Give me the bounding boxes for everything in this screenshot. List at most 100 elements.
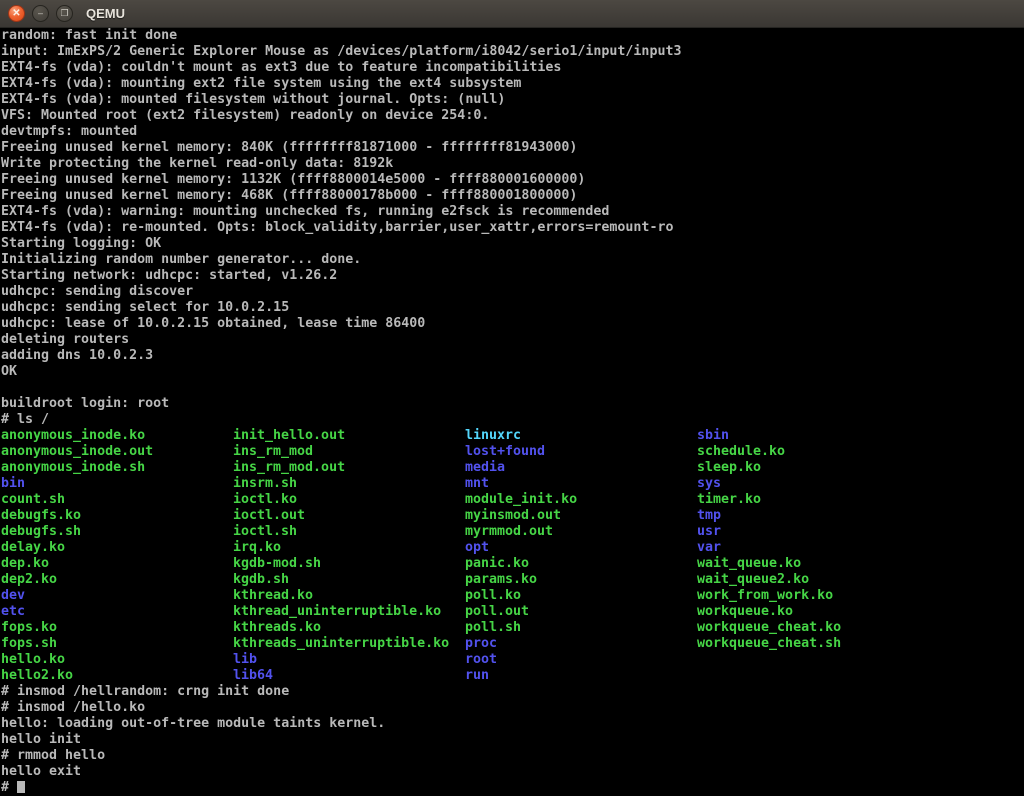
maximize-icon: ❐ [60,9,68,18]
file-entry: insrm.sh [233,476,465,492]
minimize-button[interactable]: – [32,5,49,22]
terminal-line: # insmod /hellrandom: crng init done [1,684,1024,700]
terminal-line: buildroot login: root [1,396,1024,412]
terminal-screen[interactable]: random: fast init doneinput: ImExPS/2 Ge… [0,28,1024,796]
close-icon: ✕ [12,9,20,19]
file-entry: timer.ko [697,492,929,508]
file-entry: kgdb.sh [233,572,465,588]
file-entry: lib [233,652,465,668]
terminal-line: anonymous_inode.shins_rm_mod.outmediasle… [1,460,1024,476]
terminal-line: count.shioctl.komodule_init.kotimer.ko [1,492,1024,508]
file-entry: ins_rm_mod [233,444,465,460]
terminal-line: devkthread.kopoll.kowork_from_work.ko [1,588,1024,604]
file-entry: hello2.ko [1,668,233,684]
window-title: QEMU [86,6,125,21]
terminal-line: random: fast init done [1,28,1024,44]
file-entry: kthreads.ko [233,620,465,636]
file-entry: ioctl.out [233,508,465,524]
file-entry: dep2.ko [1,572,233,588]
file-entry: params.ko [465,572,697,588]
terminal-line: Initializing random number generator... … [1,252,1024,268]
file-entry: wait_queue2.ko [697,572,929,588]
file-entry: dev [1,588,233,604]
file-entry: poll.sh [465,620,697,636]
file-entry: mnt [465,476,697,492]
terminal-line: hello.kolibroot [1,652,1024,668]
file-entry: delay.ko [1,540,233,556]
file-entry: wait_queue.ko [697,556,929,572]
terminal-line: hello: loading out-of-tree module taints… [1,716,1024,732]
file-entry: kthread_uninterruptible.ko [233,604,465,620]
terminal-line: OK [1,364,1024,380]
file-entry: opt [465,540,697,556]
terminal-line: deleting routers [1,332,1024,348]
terminal-line: etckthread_uninterruptible.kopoll.outwor… [1,604,1024,620]
close-button[interactable]: ✕ [8,5,25,22]
window-titlebar[interactable]: ✕ – ❐ QEMU [0,0,1024,28]
file-entry: myrmmod.out [465,524,697,540]
file-entry: debugfs.ko [1,508,233,524]
file-entry: init_hello.out [233,428,465,444]
terminal-line: anonymous_inode.koinit_hello.outlinuxrcs… [1,428,1024,444]
terminal-line: bininsrm.shmntsys [1,476,1024,492]
file-entry: tmp [697,508,929,524]
terminal-line: Freeing unused kernel memory: 840K (ffff… [1,140,1024,156]
file-entry: linuxrc [465,428,697,444]
terminal-line: dep.kokgdb-mod.shpanic.kowait_queue.ko [1,556,1024,572]
file-entry: run [465,668,697,684]
maximize-button[interactable]: ❐ [56,5,73,22]
terminal-line: debugfs.koioctl.outmyinsmod.outtmp [1,508,1024,524]
terminal-line: EXT4-fs (vda): mounted filesystem withou… [1,92,1024,108]
file-entry: panic.ko [465,556,697,572]
file-entry: anonymous_inode.out [1,444,233,460]
file-entry: proc [465,636,697,652]
terminal-line: hello exit [1,764,1024,780]
file-entry: poll.ko [465,588,697,604]
file-entry: workqueue.ko [697,604,929,620]
terminal-line: debugfs.shioctl.shmyrmmod.outusr [1,524,1024,540]
terminal-line: Starting network: udhcpc: started, v1.26… [1,268,1024,284]
terminal-line: Freeing unused kernel memory: 1132K (fff… [1,172,1024,188]
minimize-icon: – [38,9,43,18]
file-entry: ins_rm_mod.out [233,460,465,476]
file-entry: sleep.ko [697,460,929,476]
file-entry: poll.out [465,604,697,620]
terminal-line: adding dns 10.0.2.3 [1,348,1024,364]
terminal-line [1,380,1024,396]
file-entry: usr [697,524,929,540]
terminal-line: anonymous_inode.outins_rm_modlost+founds… [1,444,1024,460]
file-entry: etc [1,604,233,620]
terminal-cursor [17,781,25,793]
file-entry: lib64 [233,668,465,684]
file-entry: myinsmod.out [465,508,697,524]
terminal-line: fops.kokthreads.kopoll.shworkqueue_cheat… [1,620,1024,636]
terminal-line: input: ImExPS/2 Generic Explorer Mouse a… [1,44,1024,60]
terminal-line: Freeing unused kernel memory: 468K (ffff… [1,188,1024,204]
file-entry: ioctl.sh [233,524,465,540]
file-entry: kgdb-mod.sh [233,556,465,572]
terminal-line: EXT4-fs (vda): mounting ext2 file system… [1,76,1024,92]
terminal-line: udhcpc: sending discover [1,284,1024,300]
file-entry: kthread.ko [233,588,465,604]
terminal-line: udhcpc: sending select for 10.0.2.15 [1,300,1024,316]
file-entry: lost+found [465,444,697,460]
terminal-line: hello2.kolib64run [1,668,1024,684]
file-entry: kthreads_uninterruptible.ko [233,636,465,652]
file-entry: module_init.ko [465,492,697,508]
file-entry: ioctl.ko [233,492,465,508]
file-entry: sbin [697,428,929,444]
file-entry: hello.ko [1,652,233,668]
file-entry: schedule.ko [697,444,929,460]
file-entry: media [465,460,697,476]
terminal-line: Write protecting the kernel read-only da… [1,156,1024,172]
terminal-line: # insmod /hello.ko [1,700,1024,716]
file-entry: work_from_work.ko [697,588,929,604]
terminal-line: # rmmod hello [1,748,1024,764]
file-entry: count.sh [1,492,233,508]
file-entry: workqueue_cheat.sh [697,636,929,652]
terminal-line: VFS: Mounted root (ext2 filesystem) read… [1,108,1024,124]
file-entry: debugfs.sh [1,524,233,540]
terminal-line: # [1,780,1024,796]
file-entry: var [697,540,929,556]
terminal-line: Starting logging: OK [1,236,1024,252]
